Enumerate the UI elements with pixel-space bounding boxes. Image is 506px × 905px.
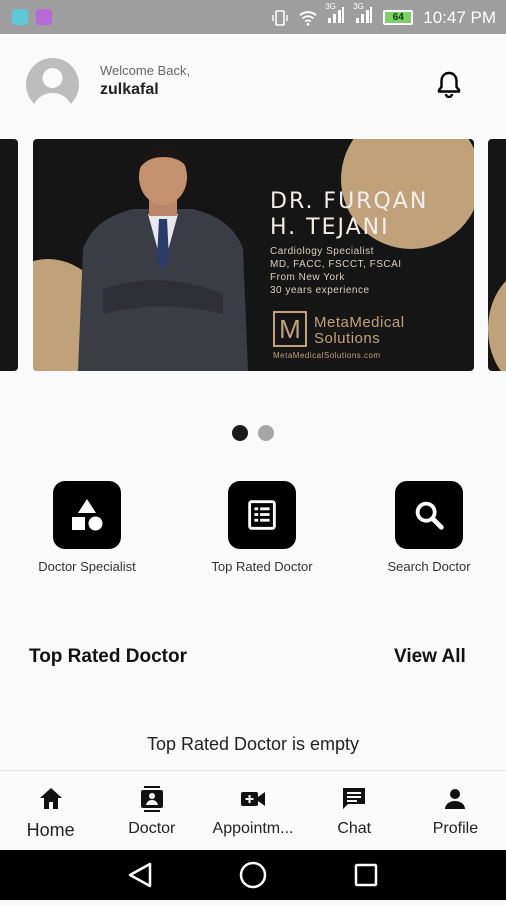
logo-text: MetaMedical Solutions [314, 315, 405, 347]
contact-card-icon [140, 786, 163, 812]
doctor-info-line: From New York [270, 272, 345, 283]
top-rated-doctor-button[interactable]: Top Rated Doctor [182, 481, 342, 574]
logo-line2: Solutions [314, 330, 381, 347]
nav-appointment[interactable]: Appointm... [202, 771, 303, 850]
banner-slide-previous[interactable] [0, 139, 18, 371]
doctor-name-line1: DR. FURQAN [270, 189, 429, 214]
nav-profile[interactable]: Profile [405, 771, 506, 850]
empty-state-text: Top Rated Doctor is empty [146, 734, 360, 754]
nav-profile-label: Profile [432, 820, 479, 837]
vibrate-icon [272, 9, 288, 26]
network-type-1: 3G [325, 2, 336, 11]
network-type-2: 3G [353, 2, 364, 11]
signal-icon-2: 3G [353, 2, 373, 29]
notification-bell-icon[interactable] [436, 70, 462, 98]
welcome-text: Welcome Back, [100, 63, 191, 78]
metamedical-logo: M [273, 311, 307, 347]
doctor-name: DR. FURQAN H. TEJANI [270, 189, 428, 241]
doctor-name-line2: H. TEJANI [270, 215, 390, 240]
signal-icon: 3G [325, 2, 345, 29]
battery-icon: 64 [383, 10, 414, 25]
recents-icon[interactable] [354, 863, 378, 887]
person-icon [445, 789, 466, 809]
home-icon [39, 788, 62, 809]
nav-home[interactable]: Home [0, 771, 101, 850]
search-doctor-label: Search Doctor [387, 559, 471, 574]
top-rated-doctor-label: Top Rated Doctor [211, 559, 313, 574]
doctor-photo [78, 147, 248, 371]
doctor-specialist-label: Doctor Specialist [38, 559, 136, 574]
carousel-dot[interactable] [258, 425, 274, 441]
banner-website: MetaMedicalSolutions.com [273, 351, 381, 360]
search-icon [395, 481, 463, 549]
doctor-info-line: MD, FACC, FSCCT, FSCAI [270, 259, 402, 270]
wifi-icon [299, 10, 317, 26]
nav-home-label: Home [26, 820, 75, 840]
home-circle-icon[interactable] [239, 861, 267, 889]
doctor-info: Cardiology Specialist MD, FACC, FSCCT, F… [270, 245, 402, 297]
app-notification-icon [12, 9, 28, 25]
username: zulkafal [100, 81, 159, 98]
back-icon[interactable] [128, 862, 152, 888]
system-navigation-bar [0, 850, 506, 900]
chat-icon [343, 788, 366, 809]
banner-slide-current[interactable]: DR. FURQAN H. TEJANI Cardiology Speciali… [33, 139, 474, 371]
carousel-dot-active[interactable] [232, 425, 248, 441]
nav-doctor[interactable]: Doctor [101, 771, 202, 850]
banner-slide-next[interactable] [488, 139, 506, 371]
header: Welcome Back, zulkafal [0, 34, 506, 134]
bottom-navigation: Home Doctor Appointm... Chat Profile [0, 770, 506, 850]
doctor-info-line: Cardiology Specialist [270, 246, 374, 257]
decorative-circle [488, 269, 506, 371]
video-camera-icon [241, 792, 265, 806]
list-article-icon [228, 481, 296, 549]
category-shapes-icon [53, 481, 121, 549]
clock: 10:47 PM [423, 7, 496, 27]
doctor-specialist-button[interactable]: Doctor Specialist [7, 481, 167, 574]
person-placeholder-icon [32, 68, 73, 111]
view-all-link[interactable]: View All [394, 646, 466, 668]
search-doctor-button[interactable]: Search Doctor [349, 481, 506, 574]
avatar[interactable] [26, 58, 79, 111]
banner-carousel[interactable]: DR. FURQAN H. TEJANI Cardiology Speciali… [0, 139, 506, 371]
gallery-notification-icon [36, 9, 52, 25]
nav-chat[interactable]: Chat [304, 771, 405, 850]
doctor-info-line: 30 years experience [270, 285, 370, 296]
nav-doctor-label: Doctor [128, 820, 176, 837]
carousel-indicator [0, 425, 506, 441]
logo-line1: MetaMedical [314, 314, 405, 331]
section-title: Top Rated Doctor [29, 646, 187, 667]
status-bar: 3G 3G 64 10:47 PM [0, 0, 506, 34]
nav-appointment-label: Appointm... [212, 820, 294, 837]
nav-chat-label: Chat [337, 820, 372, 837]
